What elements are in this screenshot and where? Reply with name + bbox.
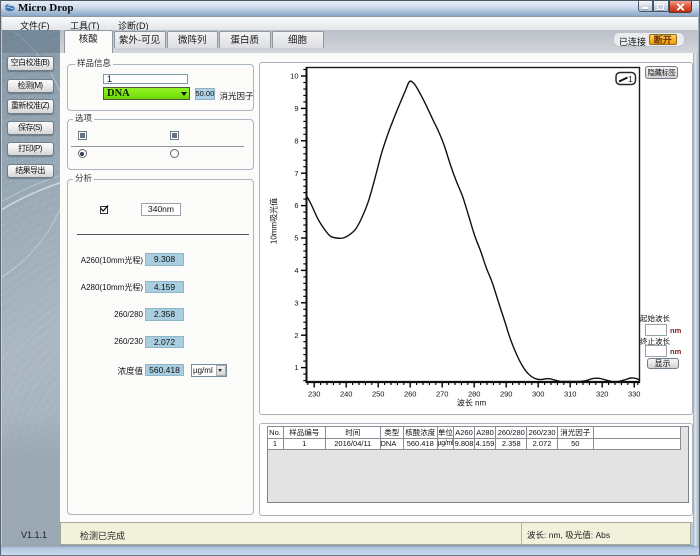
svg-text:270: 270 (435, 390, 448, 399)
svg-text:300: 300 (531, 390, 544, 399)
svg-text:260: 260 (403, 390, 416, 399)
svg-text:280: 280 (467, 390, 480, 399)
svg-text:10mm吸光值: 10mm吸光值 (268, 198, 278, 244)
svg-text:1: 1 (628, 74, 633, 84)
svg-text:240: 240 (339, 390, 352, 399)
svg-text:290: 290 (499, 390, 512, 399)
svg-text:230: 230 (307, 390, 320, 399)
svg-text:1: 1 (294, 363, 298, 372)
svg-text:9: 9 (294, 104, 298, 113)
svg-text:320: 320 (595, 390, 608, 399)
svg-text:4: 4 (294, 266, 298, 275)
svg-text:3: 3 (294, 298, 298, 307)
svg-text:5: 5 (294, 234, 298, 243)
svg-text:8: 8 (294, 136, 298, 145)
svg-text:330: 330 (627, 390, 640, 399)
svg-text:7: 7 (294, 169, 298, 178)
svg-text:250: 250 (371, 390, 384, 399)
svg-text:310: 310 (563, 390, 576, 399)
svg-text:6: 6 (294, 201, 298, 210)
svg-text:波长 nm: 波长 nm (456, 398, 486, 408)
svg-text:2: 2 (294, 331, 298, 340)
svg-text:10: 10 (290, 72, 298, 81)
